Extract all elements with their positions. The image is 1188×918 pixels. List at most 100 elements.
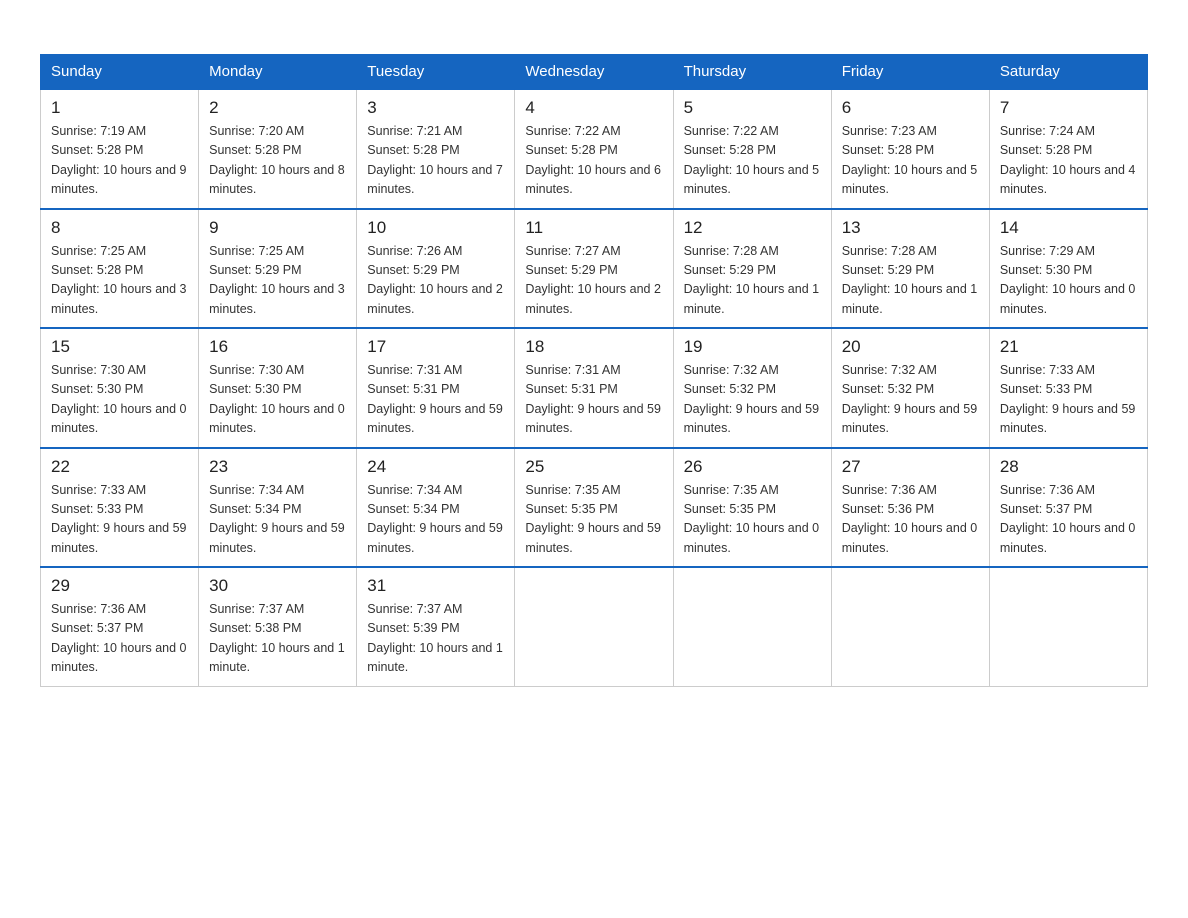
day-info: Sunrise: 7:29 AMSunset: 5:30 PMDaylight:…: [1000, 242, 1137, 320]
calendar-cell: 13 Sunrise: 7:28 AMSunset: 5:29 PMDaylig…: [831, 209, 989, 329]
day-info: Sunrise: 7:31 AMSunset: 5:31 PMDaylight:…: [525, 361, 662, 439]
calendar-cell: 18 Sunrise: 7:31 AMSunset: 5:31 PMDaylig…: [515, 328, 673, 448]
calendar-cell: 15 Sunrise: 7:30 AMSunset: 5:30 PMDaylig…: [41, 328, 199, 448]
day-info: Sunrise: 7:25 AMSunset: 5:29 PMDaylight:…: [209, 242, 346, 320]
day-info: Sunrise: 7:28 AMSunset: 5:29 PMDaylight:…: [684, 242, 821, 320]
day-number: 8: [51, 218, 188, 238]
day-number: 20: [842, 337, 979, 357]
day-info: Sunrise: 7:31 AMSunset: 5:31 PMDaylight:…: [367, 361, 504, 439]
day-info: Sunrise: 7:34 AMSunset: 5:34 PMDaylight:…: [209, 481, 346, 559]
calendar-cell: 7 Sunrise: 7:24 AMSunset: 5:28 PMDayligh…: [989, 89, 1147, 209]
day-info: Sunrise: 7:33 AMSunset: 5:33 PMDaylight:…: [51, 481, 188, 559]
page-header: [40, 30, 1148, 34]
day-info: Sunrise: 7:21 AMSunset: 5:28 PMDaylight:…: [367, 122, 504, 200]
calendar-cell: 30 Sunrise: 7:37 AMSunset: 5:38 PMDaylig…: [199, 567, 357, 686]
calendar-cell: 21 Sunrise: 7:33 AMSunset: 5:33 PMDaylig…: [989, 328, 1147, 448]
calendar-cell: 3 Sunrise: 7:21 AMSunset: 5:28 PMDayligh…: [357, 89, 515, 209]
header-wednesday: Wednesday: [515, 55, 673, 90]
calendar-cell: 29 Sunrise: 7:36 AMSunset: 5:37 PMDaylig…: [41, 567, 199, 686]
calendar-cell: [673, 567, 831, 686]
day-info: Sunrise: 7:28 AMSunset: 5:29 PMDaylight:…: [842, 242, 979, 320]
calendar-cell: 24 Sunrise: 7:34 AMSunset: 5:34 PMDaylig…: [357, 448, 515, 568]
day-number: 31: [367, 576, 504, 596]
day-number: 28: [1000, 457, 1137, 477]
day-number: 7: [1000, 98, 1137, 118]
day-info: Sunrise: 7:30 AMSunset: 5:30 PMDaylight:…: [209, 361, 346, 439]
calendar-week-1: 1 Sunrise: 7:19 AMSunset: 5:28 PMDayligh…: [41, 89, 1148, 209]
day-number: 6: [842, 98, 979, 118]
day-info: Sunrise: 7:22 AMSunset: 5:28 PMDaylight:…: [684, 122, 821, 200]
calendar-cell: 16 Sunrise: 7:30 AMSunset: 5:30 PMDaylig…: [199, 328, 357, 448]
day-number: 27: [842, 457, 979, 477]
day-number: 23: [209, 457, 346, 477]
day-info: Sunrise: 7:34 AMSunset: 5:34 PMDaylight:…: [367, 481, 504, 559]
calendar-cell: 31 Sunrise: 7:37 AMSunset: 5:39 PMDaylig…: [357, 567, 515, 686]
day-number: 13: [842, 218, 979, 238]
day-number: 18: [525, 337, 662, 357]
header-tuesday: Tuesday: [357, 55, 515, 90]
day-info: Sunrise: 7:36 AMSunset: 5:36 PMDaylight:…: [842, 481, 979, 559]
day-number: 10: [367, 218, 504, 238]
calendar-cell: 27 Sunrise: 7:36 AMSunset: 5:36 PMDaylig…: [831, 448, 989, 568]
header-monday: Monday: [199, 55, 357, 90]
day-number: 1: [51, 98, 188, 118]
calendar-week-4: 22 Sunrise: 7:33 AMSunset: 5:33 PMDaylig…: [41, 448, 1148, 568]
day-info: Sunrise: 7:27 AMSunset: 5:29 PMDaylight:…: [525, 242, 662, 320]
calendar-cell: 25 Sunrise: 7:35 AMSunset: 5:35 PMDaylig…: [515, 448, 673, 568]
day-info: Sunrise: 7:35 AMSunset: 5:35 PMDaylight:…: [525, 481, 662, 559]
calendar-week-3: 15 Sunrise: 7:30 AMSunset: 5:30 PMDaylig…: [41, 328, 1148, 448]
day-number: 11: [525, 218, 662, 238]
day-number: 24: [367, 457, 504, 477]
header-sunday: Sunday: [41, 55, 199, 90]
day-number: 3: [367, 98, 504, 118]
day-number: 22: [51, 457, 188, 477]
day-number: 19: [684, 337, 821, 357]
calendar-cell: [989, 567, 1147, 686]
day-info: Sunrise: 7:36 AMSunset: 5:37 PMDaylight:…: [51, 600, 188, 678]
day-info: Sunrise: 7:36 AMSunset: 5:37 PMDaylight:…: [1000, 481, 1137, 559]
day-number: 21: [1000, 337, 1137, 357]
calendar-cell: 17 Sunrise: 7:31 AMSunset: 5:31 PMDaylig…: [357, 328, 515, 448]
calendar-cell: 23 Sunrise: 7:34 AMSunset: 5:34 PMDaylig…: [199, 448, 357, 568]
day-number: 29: [51, 576, 188, 596]
calendar-table: SundayMondayTuesdayWednesdayThursdayFrid…: [40, 54, 1148, 687]
header-thursday: Thursday: [673, 55, 831, 90]
day-info: Sunrise: 7:23 AMSunset: 5:28 PMDaylight:…: [842, 122, 979, 200]
calendar-cell: 12 Sunrise: 7:28 AMSunset: 5:29 PMDaylig…: [673, 209, 831, 329]
day-info: Sunrise: 7:37 AMSunset: 5:39 PMDaylight:…: [367, 600, 504, 678]
day-number: 26: [684, 457, 821, 477]
day-info: Sunrise: 7:32 AMSunset: 5:32 PMDaylight:…: [684, 361, 821, 439]
calendar-cell: 22 Sunrise: 7:33 AMSunset: 5:33 PMDaylig…: [41, 448, 199, 568]
day-info: Sunrise: 7:32 AMSunset: 5:32 PMDaylight:…: [842, 361, 979, 439]
calendar-cell: 14 Sunrise: 7:29 AMSunset: 5:30 PMDaylig…: [989, 209, 1147, 329]
calendar-cell: 6 Sunrise: 7:23 AMSunset: 5:28 PMDayligh…: [831, 89, 989, 209]
day-number: 2: [209, 98, 346, 118]
calendar-cell: 4 Sunrise: 7:22 AMSunset: 5:28 PMDayligh…: [515, 89, 673, 209]
calendar-cell: 5 Sunrise: 7:22 AMSunset: 5:28 PMDayligh…: [673, 89, 831, 209]
day-info: Sunrise: 7:25 AMSunset: 5:28 PMDaylight:…: [51, 242, 188, 320]
day-info: Sunrise: 7:37 AMSunset: 5:38 PMDaylight:…: [209, 600, 346, 678]
calendar-cell: 8 Sunrise: 7:25 AMSunset: 5:28 PMDayligh…: [41, 209, 199, 329]
header-friday: Friday: [831, 55, 989, 90]
header-saturday: Saturday: [989, 55, 1147, 90]
day-number: 25: [525, 457, 662, 477]
day-number: 12: [684, 218, 821, 238]
calendar-cell: 1 Sunrise: 7:19 AMSunset: 5:28 PMDayligh…: [41, 89, 199, 209]
calendar-cell: 20 Sunrise: 7:32 AMSunset: 5:32 PMDaylig…: [831, 328, 989, 448]
day-number: 16: [209, 337, 346, 357]
day-info: Sunrise: 7:24 AMSunset: 5:28 PMDaylight:…: [1000, 122, 1137, 200]
calendar-cell: [515, 567, 673, 686]
calendar-cell: [831, 567, 989, 686]
day-number: 15: [51, 337, 188, 357]
day-info: Sunrise: 7:26 AMSunset: 5:29 PMDaylight:…: [367, 242, 504, 320]
calendar-cell: 26 Sunrise: 7:35 AMSunset: 5:35 PMDaylig…: [673, 448, 831, 568]
day-number: 17: [367, 337, 504, 357]
day-number: 30: [209, 576, 346, 596]
calendar-cell: 28 Sunrise: 7:36 AMSunset: 5:37 PMDaylig…: [989, 448, 1147, 568]
day-info: Sunrise: 7:30 AMSunset: 5:30 PMDaylight:…: [51, 361, 188, 439]
day-number: 4: [525, 98, 662, 118]
calendar-cell: 11 Sunrise: 7:27 AMSunset: 5:29 PMDaylig…: [515, 209, 673, 329]
day-number: 14: [1000, 218, 1137, 238]
calendar-header-row: SundayMondayTuesdayWednesdayThursdayFrid…: [41, 55, 1148, 90]
calendar-week-5: 29 Sunrise: 7:36 AMSunset: 5:37 PMDaylig…: [41, 567, 1148, 686]
